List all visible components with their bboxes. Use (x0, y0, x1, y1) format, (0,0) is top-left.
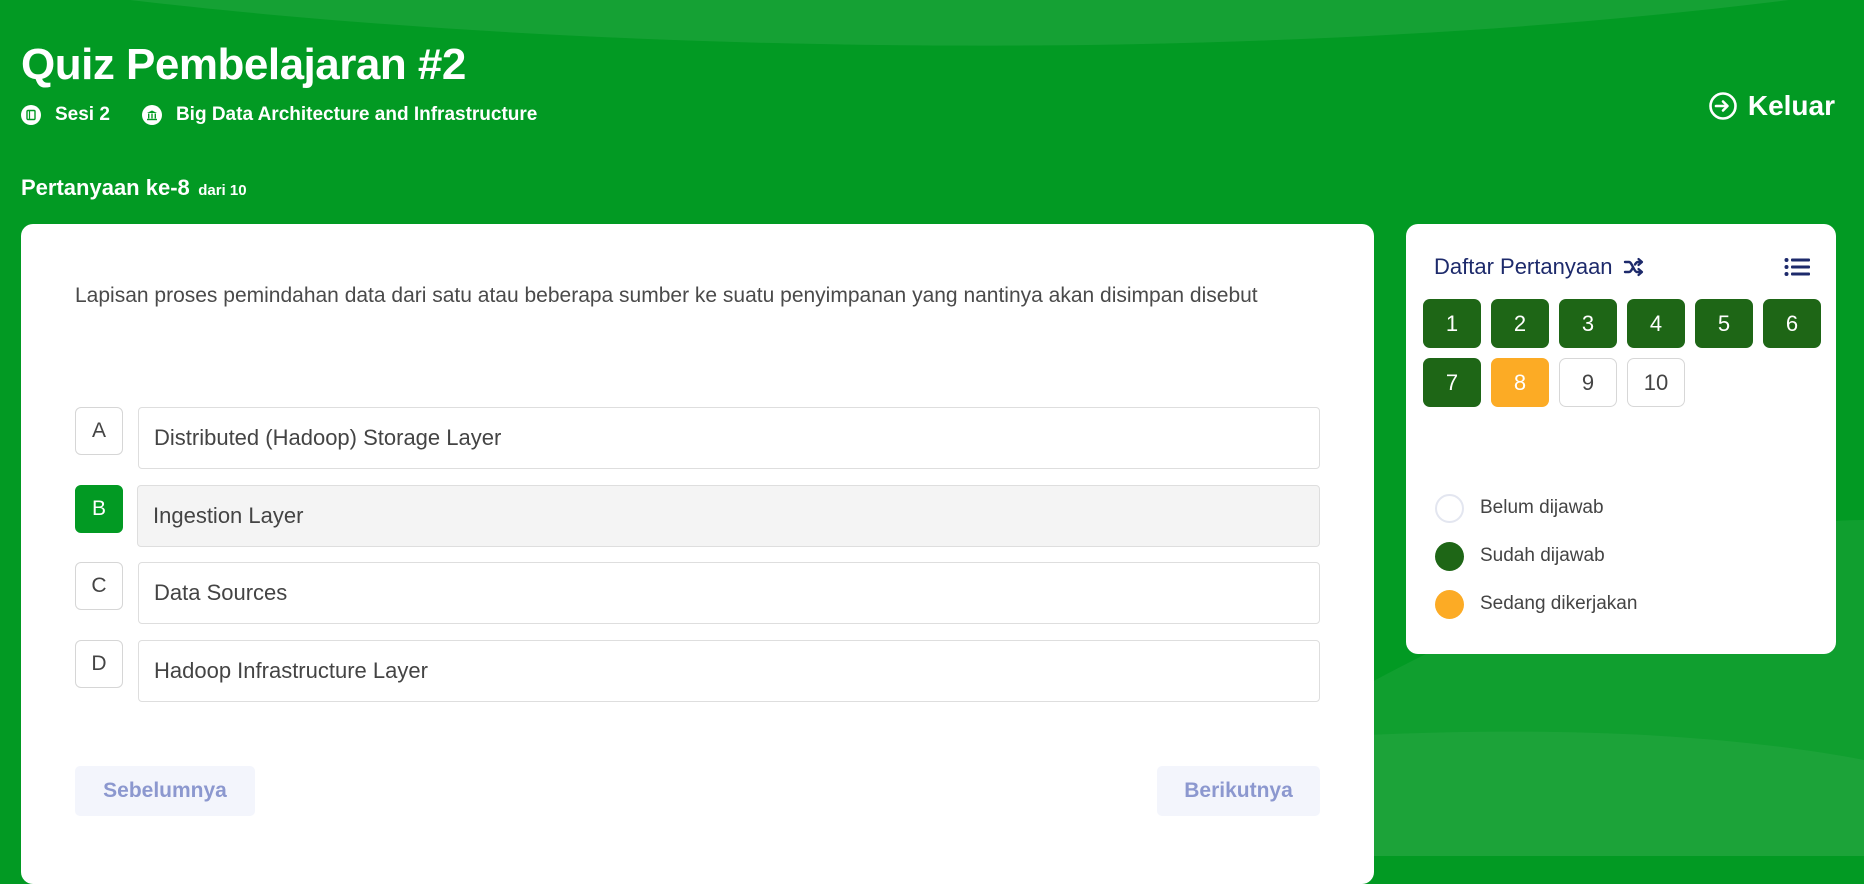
option-text[interactable]: Data Sources (138, 562, 1320, 624)
session-label: Sesi 2 (55, 104, 110, 125)
question-number-button-current[interactable]: 8 (1491, 358, 1549, 407)
question-list-panel: Daftar Pertanyaan 1 2 3 4 5 6 7 8 9 10 B… (1406, 224, 1836, 654)
option-letter[interactable]: D (75, 640, 123, 688)
shuffle-icon[interactable] (1623, 257, 1645, 277)
question-number-button[interactable]: 9 (1559, 358, 1617, 407)
question-card: Lapisan proses pemindahan data dari satu… (21, 224, 1374, 884)
legend-label: Sedang dikerjakan (1480, 593, 1638, 614)
question-number-button[interactable]: 10 (1627, 358, 1685, 407)
option-letter[interactable]: A (75, 407, 123, 455)
logout-button[interactable]: Keluar (1708, 90, 1835, 122)
list-icon[interactable] (1784, 257, 1810, 277)
page-title: Quiz Pembelajaran #2 (21, 40, 466, 89)
option-text[interactable]: Ingestion Layer (137, 485, 1320, 547)
quiz-meta: Sesi 2 Big Data Architecture and Infrast… (21, 104, 569, 126)
question-number-button[interactable]: 2 (1491, 299, 1549, 348)
legend-answered: Sudah dijawab (1435, 532, 1637, 580)
logout-arrow-icon (1709, 92, 1737, 120)
question-number-button[interactable]: 5 (1695, 299, 1753, 348)
question-counter-label: Pertanyaan ke-8 (21, 175, 190, 200)
option-letter[interactable]: B (75, 485, 123, 533)
course-name: Big Data Architecture and Infrastructure (175, 104, 538, 125)
course-info: Big Data Architecture and Infrastructure (141, 104, 538, 126)
legend-label: Belum dijawab (1480, 497, 1604, 518)
question-text: Lapisan proses pemindahan data dari satu… (75, 284, 1258, 307)
logout-label: Keluar (1747, 90, 1835, 121)
question-number-button[interactable]: 1 (1423, 299, 1481, 348)
option-letter[interactable]: C (75, 562, 123, 610)
option-c[interactable]: C Data Sources (75, 562, 1320, 624)
legend-dot-icon (1435, 589, 1464, 619)
legend-dot-icon (1435, 493, 1464, 523)
session-info: Sesi 2 (21, 104, 110, 126)
option-a[interactable]: A Distributed (Hadoop) Storage Layer (75, 407, 1320, 469)
building-icon (141, 105, 162, 125)
question-number-button[interactable]: 4 (1627, 299, 1685, 348)
question-list-header: Daftar Pertanyaan (1434, 254, 1645, 280)
legend-dot-icon (1435, 541, 1464, 571)
status-legend: Belum dijawab Sudah dijawab Sedang diker… (1435, 484, 1637, 628)
previous-button[interactable]: Sebelumnya (75, 766, 255, 816)
option-text[interactable]: Distributed (Hadoop) Storage Layer (138, 407, 1320, 469)
legend-unanswered: Belum dijawab (1435, 484, 1637, 532)
question-number-button[interactable]: 3 (1559, 299, 1617, 348)
next-button[interactable]: Berikutnya (1157, 766, 1320, 816)
question-list-title: Daftar Pertanyaan (1434, 254, 1613, 279)
option-text[interactable]: Hadoop Infrastructure Layer (138, 640, 1320, 702)
question-number-button[interactable]: 6 (1763, 299, 1821, 348)
question-counter-total: dari 10 (198, 182, 247, 199)
legend-label: Sudah dijawab (1480, 545, 1605, 566)
book-icon (21, 105, 41, 125)
legend-current: Sedang dikerjakan (1435, 580, 1637, 628)
question-counter: Pertanyaan ke-8 dari 10 (21, 175, 247, 201)
option-d[interactable]: D Hadoop Infrastructure Layer (75, 640, 1320, 702)
question-number-button[interactable]: 7 (1423, 358, 1481, 407)
option-b[interactable]: B Ingestion Layer (75, 485, 1320, 547)
quiz-header: Quiz Pembelajaran #2 Sesi 2 Big Data Arc… (21, 38, 569, 126)
